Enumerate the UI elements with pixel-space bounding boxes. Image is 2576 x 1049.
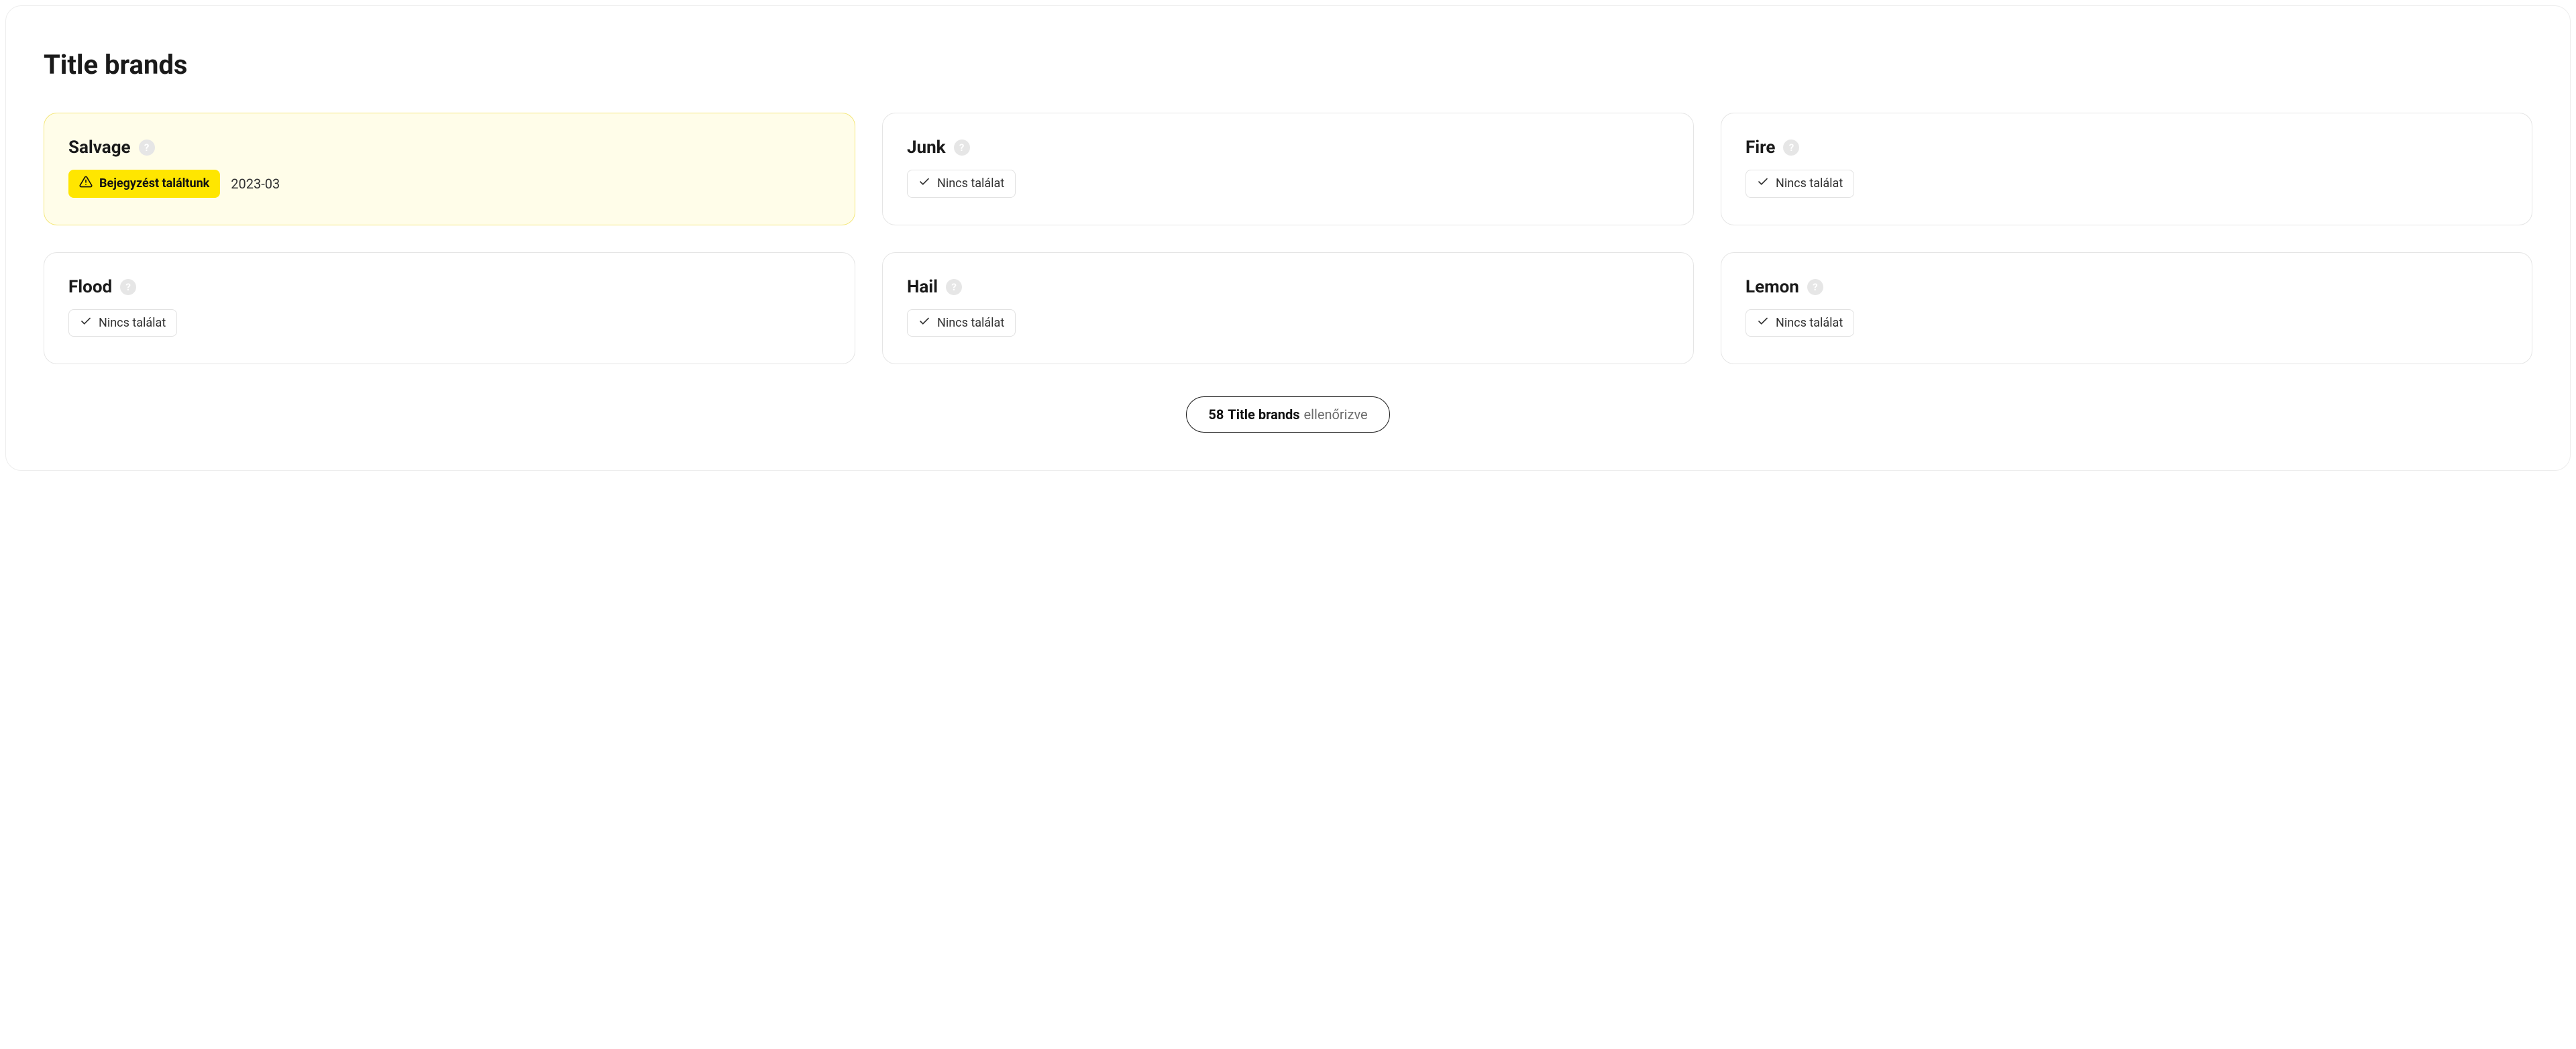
brand-card-flood: Flood? Nincs találat xyxy=(44,252,855,365)
status-text: Nincs találat xyxy=(1776,176,1843,191)
warning-icon xyxy=(79,175,93,192)
card-title: Hail xyxy=(907,277,938,297)
status-date: 2023-03 xyxy=(231,176,280,192)
cards-grid: Salvage? Bejegyzést találtunk 2023-03 Junk?… xyxy=(44,113,2532,364)
card-title: Flood xyxy=(68,277,112,297)
status-badge-neutral: Nincs találat xyxy=(1746,309,1854,337)
brand-card-salvage: Salvage? Bejegyzést találtunk 2023-03 xyxy=(44,113,855,225)
status-row: Bejegyzést találtunk 2023-03 xyxy=(68,170,830,198)
status-text: Nincs találat xyxy=(937,176,1004,191)
summary-row: 58 Title brands ellenőrizve xyxy=(44,396,2532,433)
status-badge-warning: Bejegyzést találtunk xyxy=(68,170,220,198)
status-badge-neutral: Nincs találat xyxy=(68,309,177,337)
summary-suffix: ellenőrizve xyxy=(1304,406,1368,423)
status-badge-neutral: Nincs találat xyxy=(907,309,1016,337)
status-row: Nincs találat xyxy=(1746,309,2508,337)
card-header: Hail? xyxy=(907,277,1669,297)
brand-card-fire: Fire? Nincs találat xyxy=(1721,113,2532,225)
status-row: Nincs találat xyxy=(907,309,1669,337)
help-icon[interactable]: ? xyxy=(954,140,970,156)
status-badge-neutral: Nincs találat xyxy=(907,170,1016,198)
status-text: Nincs találat xyxy=(937,316,1004,331)
status-text: Bejegyzést találtunk xyxy=(99,176,209,191)
brand-card-hail: Hail? Nincs találat xyxy=(882,252,1694,365)
title-brands-panel: Title brands Salvage? Bejegyzést találtun… xyxy=(5,5,2571,471)
status-text: Nincs találat xyxy=(99,316,166,331)
help-icon[interactable]: ? xyxy=(1783,140,1799,156)
status-row: Nincs találat xyxy=(68,309,830,337)
check-icon xyxy=(1757,315,1769,331)
summary-label: Title brands xyxy=(1228,406,1299,423)
check-icon xyxy=(80,315,92,331)
help-icon[interactable]: ? xyxy=(1807,279,1823,295)
card-title: Junk xyxy=(907,137,946,158)
summary-pill[interactable]: 58 Title brands ellenőrizve xyxy=(1186,396,1389,433)
card-header: Flood? xyxy=(68,277,830,297)
card-header: Lemon? xyxy=(1746,277,2508,297)
summary-count: 58 xyxy=(1208,406,1224,423)
status-text: Nincs találat xyxy=(1776,316,1843,331)
status-row: Nincs találat xyxy=(907,170,1669,198)
status-badge-neutral: Nincs találat xyxy=(1746,170,1854,198)
card-title: Salvage xyxy=(68,137,131,158)
check-icon xyxy=(1757,176,1769,192)
card-title: Lemon xyxy=(1746,277,1799,297)
brand-card-lemon: Lemon? Nincs találat xyxy=(1721,252,2532,365)
card-header: Junk? xyxy=(907,137,1669,158)
check-icon xyxy=(918,176,930,192)
help-icon[interactable]: ? xyxy=(139,140,155,156)
status-row: Nincs találat xyxy=(1746,170,2508,198)
help-icon[interactable]: ? xyxy=(946,279,962,295)
card-header: Salvage? xyxy=(68,137,830,158)
check-icon xyxy=(918,315,930,331)
help-icon[interactable]: ? xyxy=(120,279,136,295)
section-title: Title brands xyxy=(44,49,2532,80)
card-title: Fire xyxy=(1746,137,1775,158)
brand-card-junk: Junk? Nincs találat xyxy=(882,113,1694,225)
card-header: Fire? xyxy=(1746,137,2508,158)
